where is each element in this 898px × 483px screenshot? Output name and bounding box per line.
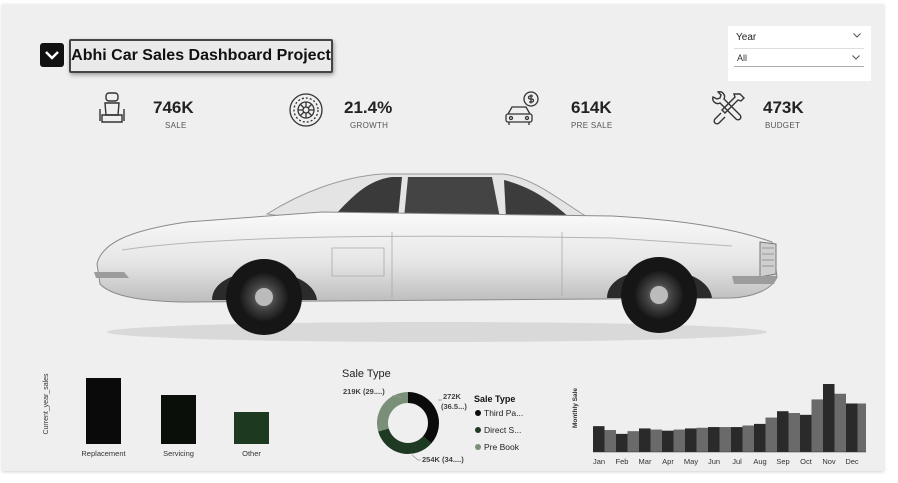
kpi-budget-value: 473K	[763, 98, 804, 117]
x-tick-label: Nov	[822, 457, 836, 466]
month-bar-step	[696, 427, 708, 452]
month-bar-step	[834, 393, 846, 452]
x-tick-label: Mar	[639, 457, 652, 466]
donut-slice[interactable]	[377, 392, 408, 432]
monthly-sale-chart: Monthly Sale Jan Feb Mar Apr May Jun Jul Aug Sep…	[572, 384, 866, 466]
month-bar-step	[719, 427, 731, 452]
donut-slice[interactable]	[408, 392, 439, 444]
kpi-growth: 21.4% GROWTH	[287, 90, 417, 140]
kpi-pre-sale-caption: PRE SALE	[571, 121, 613, 130]
kpi-growth-value: 21.4%	[344, 98, 393, 117]
month-bar-step	[673, 429, 685, 452]
slicer-label: Year	[736, 32, 757, 43]
page-title: Abhi Car Sales Dashboard Project	[71, 47, 331, 64]
x-tick-label: Jun	[708, 457, 720, 466]
kpi-sale: 746K SALE	[95, 90, 225, 140]
month-bar-step	[857, 403, 866, 452]
month-bar[interactable]	[593, 426, 605, 452]
month-bar[interactable]	[616, 433, 628, 452]
car-dollar-icon	[505, 91, 539, 125]
chevron-down-icon	[852, 55, 860, 60]
chevron-down-icon	[45, 51, 59, 60]
year-dropdown-value: All	[737, 53, 748, 63]
x-tick-label: Oct	[800, 457, 813, 466]
category-sales-bar-chart: Current_year_sales Replacement Servicing O…	[43, 373, 269, 458]
tire-icon	[289, 93, 323, 127]
month-bar[interactable]	[639, 428, 651, 452]
bar-replacement[interactable]	[86, 378, 121, 444]
x-tick-label: May	[684, 457, 698, 466]
car-seat-icon	[99, 92, 125, 123]
x-tick-label: Aug	[753, 457, 766, 466]
x-tick-label: Jul	[732, 457, 742, 466]
month-bar[interactable]	[754, 423, 766, 452]
sale-type-donut-chart: 272K(36.5...) 254K (34....) 219K (29....)	[343, 387, 467, 464]
month-bar-step	[650, 429, 662, 452]
year-dropdown[interactable]: All	[734, 48, 864, 67]
kpi-pre-sale: 614K PRE SALE	[502, 90, 632, 140]
report-canvas: Abhi Car Sales Dashboard Project Year Al…	[2, 4, 884, 471]
monthly-chart-ylabel: Monthly Sale	[572, 388, 579, 428]
month-bar[interactable]	[777, 411, 789, 452]
month-bar-step	[604, 430, 616, 452]
month-bar-step	[627, 431, 639, 452]
leader-line	[411, 454, 421, 461]
kpi-sale-caption: SALE	[165, 121, 187, 130]
year-slicer[interactable]: Year All	[728, 26, 871, 81]
slice-data-label: 254K (34....)	[422, 455, 464, 464]
x-tick-label: Other	[242, 449, 261, 458]
x-tick-label: Servicing	[163, 449, 194, 458]
kpi-growth-caption: GROWTH	[350, 121, 389, 130]
legend-dot	[475, 427, 481, 433]
legend-item-direct-sale[interactable]: Direct S...	[475, 425, 521, 435]
kpi-budget-caption: BUDGET	[765, 121, 801, 130]
x-tick-label: Feb	[616, 457, 629, 466]
legend-label: Third Pa...	[484, 408, 524, 418]
sale-type-chart-title: Sale Type	[342, 368, 391, 380]
wrench-screwdriver-icon	[712, 91, 745, 125]
collapse-button[interactable]	[40, 43, 64, 67]
x-tick-label: Replacement	[81, 449, 126, 458]
kpi-sale-value: 746K	[153, 98, 194, 117]
x-tick-label: Apr	[662, 457, 674, 466]
kpi-pre-sale-value: 614K	[571, 98, 612, 117]
legend-item-third-party[interactable]: Third Pa...	[475, 408, 523, 418]
car-image	[94, 173, 778, 342]
x-tick-label: Sep	[776, 457, 789, 466]
slice-data-label: (36.5...)	[441, 402, 467, 411]
legend-dot	[475, 444, 481, 450]
legend-label: Pre Book	[484, 442, 519, 452]
month-bar[interactable]	[708, 427, 720, 452]
month-bar[interactable]	[662, 430, 674, 452]
left-chart-ylabel: Current_year_sales	[43, 373, 50, 435]
page-title-box: Abhi Car Sales Dashboard Project	[69, 39, 333, 73]
legend-item-pre-book[interactable]: Pre Book	[475, 442, 519, 452]
slice-data-label: 272K	[443, 392, 462, 401]
x-tick-label: Jan	[593, 457, 605, 466]
legend-dot	[475, 410, 481, 416]
kpi-budget: 473K BUDGET	[708, 90, 838, 140]
month-bar-step	[742, 425, 754, 452]
sale-type-legend-title: Sale Type	[474, 394, 516, 404]
legend-label: Direct S...	[484, 425, 522, 435]
x-tick-label: Dec	[845, 457, 859, 466]
month-bar-step	[788, 413, 800, 452]
chevron-down-icon[interactable]	[853, 31, 861, 39]
month-bar[interactable]	[731, 427, 743, 452]
bar-servicing[interactable]	[161, 395, 196, 444]
month-bar[interactable]	[685, 428, 697, 452]
donut-slice[interactable]	[378, 428, 432, 454]
month-bar-step	[765, 417, 777, 452]
month-bar[interactable]	[846, 403, 858, 452]
month-bar-step	[811, 399, 823, 452]
month-bar[interactable]	[823, 384, 835, 452]
slice-data-label: 219K (29....)	[343, 387, 385, 396]
bar-other[interactable]	[234, 412, 269, 444]
month-bar[interactable]	[800, 414, 812, 452]
